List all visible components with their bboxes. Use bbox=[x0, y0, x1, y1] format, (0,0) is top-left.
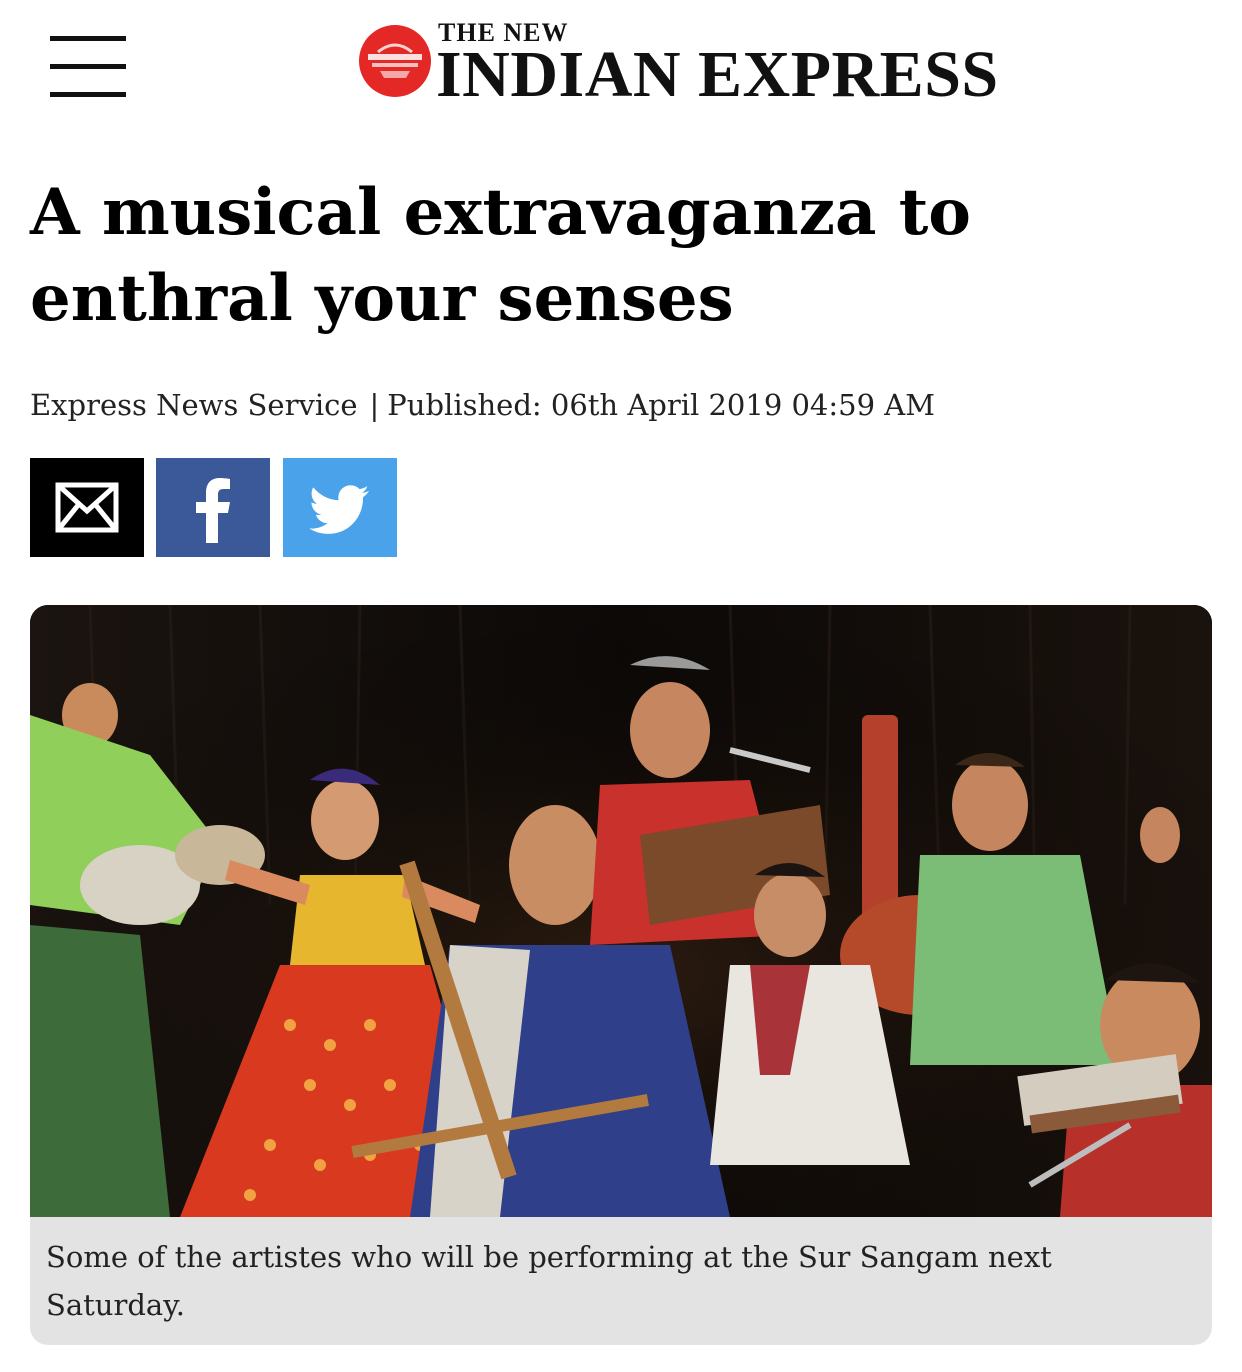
published-date: Published: 06th April 2019 04:59 AM bbox=[387, 388, 935, 422]
site-logo[interactable]: THE NEW INDIAN EXPRESS bbox=[356, 18, 998, 108]
share-email-button[interactable] bbox=[30, 458, 144, 557]
author-name[interactable]: Express News Service bbox=[30, 388, 358, 422]
logo-emblem-icon bbox=[359, 25, 431, 97]
envelope-icon bbox=[55, 482, 119, 533]
site-header: THE NEW INDIAN EXPRESS bbox=[0, 0, 1242, 130]
article-photo[interactable] bbox=[30, 605, 1212, 1217]
hamburger-menu-icon[interactable] bbox=[50, 36, 126, 98]
logo-big-text: INDIAN EXPRESS bbox=[436, 38, 999, 111]
image-caption: Some of the artistes who will be perform… bbox=[46, 1240, 1052, 1322]
share-twitter-button[interactable] bbox=[283, 458, 397, 557]
article-figure: Some of the artistes who will be perform… bbox=[30, 605, 1212, 1345]
facebook-icon bbox=[196, 478, 230, 543]
share-facebook-button[interactable] bbox=[156, 458, 270, 557]
byline-separator: | bbox=[369, 388, 380, 422]
twitter-icon bbox=[309, 485, 369, 534]
article-byline: Express News Service | Published: 06th Apr… bbox=[30, 388, 935, 422]
article-headline: A musical extravaganza to enthral your s… bbox=[30, 175, 971, 336]
